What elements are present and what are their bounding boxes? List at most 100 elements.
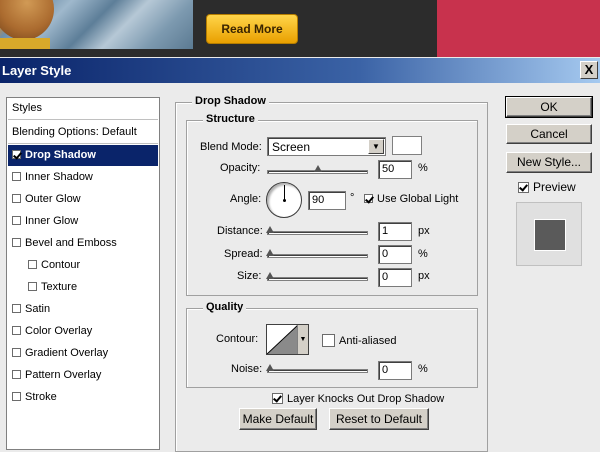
checkbox-icon[interactable] xyxy=(12,238,21,247)
anti-aliased-checkbox[interactable]: Anti-aliased xyxy=(322,334,396,347)
new-style-button[interactable]: New Style... xyxy=(506,152,592,173)
quality-group xyxy=(186,308,478,388)
style-item-stroke[interactable]: Stroke xyxy=(8,387,158,408)
opacity-slider-thumb[interactable] xyxy=(313,165,322,172)
blending-options-item[interactable]: Blending Options: Default xyxy=(8,122,158,143)
preview-label: Preview xyxy=(533,180,576,194)
spread-slider-thumb[interactable] xyxy=(266,249,274,256)
cancel-button[interactable]: Cancel xyxy=(506,124,592,144)
distance-input[interactable]: 1 xyxy=(378,222,412,241)
style-item-label: Pattern Overlay xyxy=(25,369,102,381)
checkbox-icon[interactable] xyxy=(12,392,21,401)
style-item-gradient-overlay[interactable]: Gradient Overlay xyxy=(8,343,158,364)
checkbox-icon[interactable] xyxy=(12,348,21,357)
use-global-light-label: Use Global Light xyxy=(377,193,459,205)
checkbox-icon[interactable] xyxy=(28,260,37,269)
reset-to-default-button[interactable]: Reset to Default xyxy=(329,408,429,430)
style-item-label: Contour xyxy=(41,259,81,271)
checkbox-icon[interactable] xyxy=(12,370,21,379)
size-input[interactable]: 0 xyxy=(378,268,412,287)
banner-photo xyxy=(0,0,193,49)
child-shirt xyxy=(0,38,50,49)
quality-title: Quality xyxy=(203,301,247,313)
style-item-pattern-overlay[interactable]: Pattern Overlay xyxy=(8,365,158,386)
checkbox-icon[interactable] xyxy=(12,326,21,335)
styles-list: Styles Blending Options: Default Drop Sh… xyxy=(6,97,160,450)
make-default-button[interactable]: Make Default xyxy=(239,408,317,430)
size-unit: px xyxy=(418,270,430,282)
noise-input[interactable]: 0 xyxy=(378,361,412,380)
angle-unit: ° xyxy=(350,192,355,204)
style-item-outer-glow[interactable]: Outer Glow xyxy=(8,189,158,210)
distance-slider[interactable] xyxy=(267,231,368,235)
drop-shadow-title: Drop Shadow xyxy=(192,95,269,107)
distance-unit: px xyxy=(418,225,430,237)
preview-swatch xyxy=(534,219,566,251)
style-item-label: Stroke xyxy=(25,391,57,403)
style-item-drop-shadow[interactable]: Drop Shadow xyxy=(8,145,158,166)
layer-knocks-out-checkbox[interactable]: Layer Knocks Out Drop Shadow xyxy=(272,393,444,405)
structure-title: Structure xyxy=(203,113,258,125)
checkbox-icon[interactable] xyxy=(28,282,37,291)
anti-aliased-label: Anti-aliased xyxy=(339,335,397,347)
chevron-down-icon[interactable]: ▼ xyxy=(297,325,308,354)
contour-curve-icon xyxy=(267,325,298,354)
chevron-down-icon[interactable]: ▼ xyxy=(368,139,384,154)
style-item-bevel-and-emboss[interactable]: Bevel and Emboss xyxy=(8,233,158,254)
style-item-label: Color Overlay xyxy=(25,325,93,337)
shadow-color-swatch[interactable] xyxy=(392,136,422,155)
distance-label: Distance: xyxy=(217,225,263,237)
style-item-inner-shadow[interactable]: Inner Shadow xyxy=(8,167,158,188)
spread-unit: % xyxy=(418,248,428,260)
distance-slider-thumb[interactable] xyxy=(266,226,274,233)
size-slider[interactable] xyxy=(267,277,368,281)
style-item-label: Drop Shadow xyxy=(25,149,96,161)
blend-mode-label: Blend Mode: xyxy=(200,141,262,153)
checkbox-icon[interactable] xyxy=(12,150,21,159)
style-item-satin[interactable]: Satin xyxy=(8,299,158,320)
preview-checkbox[interactable]: Preview xyxy=(518,180,576,194)
checkbox-icon[interactable] xyxy=(12,216,21,225)
preview-thumbnail xyxy=(516,202,582,266)
ok-button[interactable]: OK xyxy=(505,96,593,118)
style-item-color-overlay[interactable]: Color Overlay xyxy=(8,321,158,342)
size-slider-thumb[interactable] xyxy=(266,272,274,279)
contour-label: Contour: xyxy=(216,333,259,345)
style-item-label: Inner Shadow xyxy=(25,171,93,183)
checkbox-icon[interactable] xyxy=(322,334,335,347)
banner-red-panel xyxy=(437,0,600,57)
style-item-inner-glow[interactable]: Inner Glow xyxy=(8,211,158,232)
spread-input[interactable]: 0 xyxy=(378,245,412,264)
style-item-texture[interactable]: Texture xyxy=(8,277,158,298)
opacity-label: Opacity: xyxy=(220,162,261,174)
noise-label: Noise: xyxy=(231,363,263,375)
use-global-light-checkbox[interactable]: Use Global Light xyxy=(364,193,458,205)
angle-label: Angle: xyxy=(230,193,262,205)
checkbox-icon[interactable] xyxy=(364,194,373,203)
dialog-title: Layer Style xyxy=(2,63,72,78)
dialog-titlebar[interactable] xyxy=(0,58,600,83)
noise-slider-thumb[interactable] xyxy=(266,364,274,371)
opacity-unit: % xyxy=(418,162,428,174)
checkbox-icon[interactable] xyxy=(272,393,283,404)
noise-slider[interactable] xyxy=(267,369,368,373)
layer-knocks-out-label: Layer Knocks Out Drop Shadow xyxy=(287,393,445,405)
styles-header[interactable]: Styles xyxy=(8,98,158,119)
angle-input[interactable]: 90 xyxy=(308,191,346,210)
style-item-contour[interactable]: Contour xyxy=(8,255,158,276)
angle-dial[interactable] xyxy=(266,182,302,218)
style-item-label: Satin xyxy=(25,303,51,315)
checkbox-icon[interactable] xyxy=(12,172,21,181)
checkbox-icon[interactable] xyxy=(12,194,21,203)
checkbox-icon[interactable] xyxy=(12,304,21,313)
child-photo xyxy=(0,0,54,40)
style-item-label: Gradient Overlay xyxy=(25,347,109,359)
opacity-input[interactable]: 50 xyxy=(378,160,412,179)
style-item-label: Outer Glow xyxy=(25,193,81,205)
checkbox-icon[interactable] xyxy=(518,182,529,193)
style-item-label: Inner Glow xyxy=(25,215,79,227)
spread-slider[interactable] xyxy=(267,254,368,258)
read-more-button[interactable]: Read More xyxy=(206,14,298,44)
close-button[interactable]: X xyxy=(580,61,598,79)
size-label: Size: xyxy=(237,270,262,282)
